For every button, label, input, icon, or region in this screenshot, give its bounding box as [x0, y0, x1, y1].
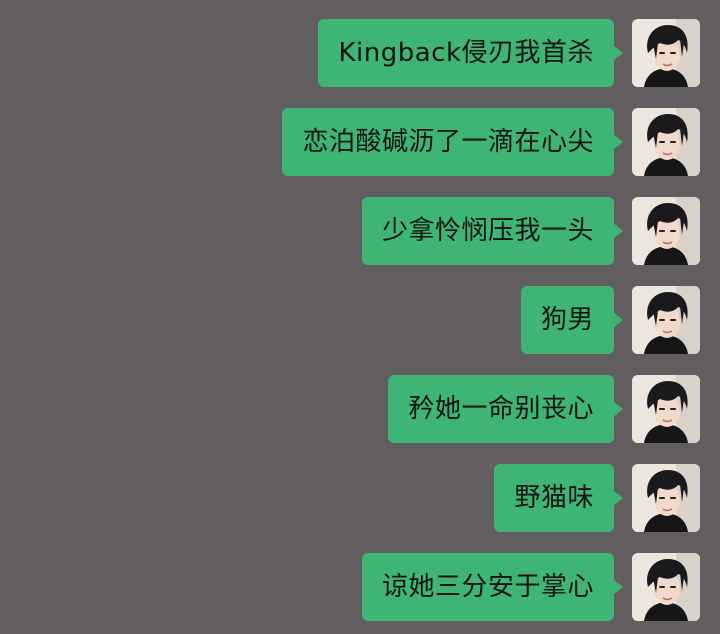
message-row: 狗男 — [520, 286, 700, 354]
message-bubble[interactable]: 谅她三分安于掌心 — [361, 553, 624, 621]
message-row: 少拿怜悯压我一头 — [361, 197, 700, 265]
avatar-icon — [632, 19, 700, 87]
avatar-icon — [632, 197, 700, 265]
avatar[interactable] — [632, 375, 700, 443]
message-bubble[interactable]: 矜她一命别丧心 — [388, 375, 623, 443]
avatar-icon — [632, 553, 700, 621]
avatar-icon — [632, 286, 700, 354]
message-bubble[interactable]: 狗男 — [520, 286, 624, 354]
avatar[interactable] — [632, 553, 700, 621]
avatar[interactable] — [632, 286, 700, 354]
avatar[interactable] — [632, 197, 700, 265]
message-bubble[interactable]: 野猫味 — [494, 464, 623, 532]
avatar-icon — [632, 375, 700, 443]
avatar[interactable] — [632, 464, 700, 532]
message-row: 谅她三分安于掌心 — [361, 553, 700, 621]
avatar-icon — [632, 464, 700, 532]
message-bubble[interactable]: 恋泊酸碱沥了一滴在心尖 — [282, 108, 623, 176]
avatar-icon — [632, 108, 700, 176]
message-row: 野猫味 — [494, 464, 700, 532]
chat-message-list: Kingback侵刃我首杀 恋泊酸碱沥了一滴在心尖 少拿怜悯压我一头 狗男 矜她… — [0, 0, 720, 634]
avatar[interactable] — [632, 108, 700, 176]
message-row: 矜她一命别丧心 — [388, 375, 700, 443]
message-row: Kingback侵刃我首杀 — [318, 19, 700, 87]
avatar[interactable] — [632, 19, 700, 87]
message-bubble[interactable]: Kingback侵刃我首杀 — [318, 19, 623, 87]
message-row: 恋泊酸碱沥了一滴在心尖 — [282, 108, 700, 176]
message-bubble[interactable]: 少拿怜悯压我一头 — [361, 197, 624, 265]
